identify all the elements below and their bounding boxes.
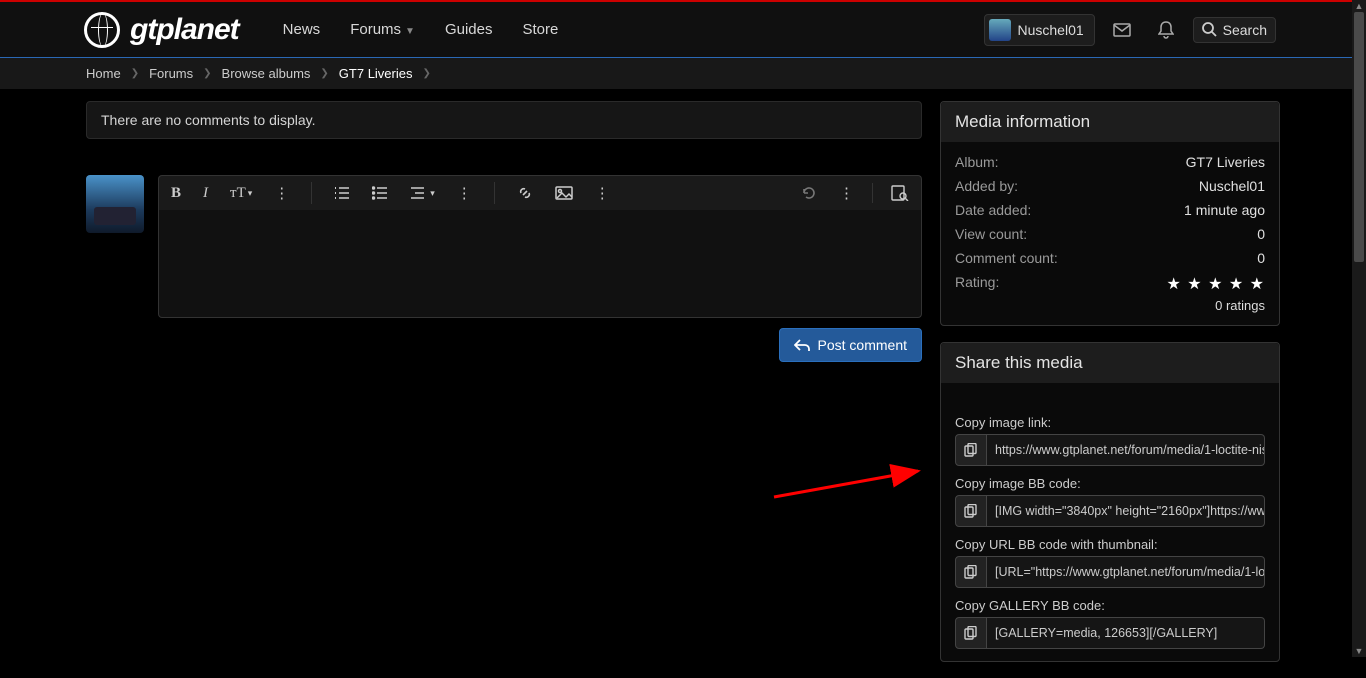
chevron-right-icon: ❯ [423,68,431,79]
unordered-list-button[interactable] [368,184,392,202]
addedby-value[interactable]: Nuschel01 [1199,178,1265,194]
page-scrollbar[interactable]: ▲ ▼ [1352,0,1366,657]
date-label: Date added: [955,202,1031,218]
composer-avatar[interactable] [86,175,144,233]
copy-icon [964,626,978,640]
share-url-label: Copy URL BB code with thumbnail: [955,537,1265,552]
copy-link-button[interactable] [955,434,987,466]
rating-label: Rating: [955,274,999,294]
addedby-label: Added by: [955,178,1018,194]
bell-icon[interactable] [1149,13,1183,47]
fontsize-button[interactable]: ᴛT▾ [226,183,256,204]
italic-button[interactable]: I [199,183,212,204]
main-nav: News Forums▼ Guides Store [283,21,559,38]
comment-composer: B I ᴛT▾ ⋮ ▾ [86,175,922,362]
nav-news[interactable]: News [283,21,321,38]
album-label: Album: [955,154,999,170]
nav-store[interactable]: Store [522,21,558,38]
editor-textarea[interactable] [158,210,922,318]
share-url-input[interactable]: [URL="https://www.gtplanet.net/forum/med… [987,556,1265,588]
nav-forums[interactable]: Forums▼ [350,21,415,38]
copy-url-button[interactable] [955,556,987,588]
search-box[interactable]: Search [1193,17,1276,43]
media-info-card: Media information Album: GT7 Liveries Add… [940,101,1280,326]
chevron-right-icon: ❯ [131,68,139,79]
share-bb-label: Copy image BB code: [955,476,1265,491]
copy-icon [964,443,978,457]
more-insert-button[interactable]: ⋮ [591,182,614,204]
scroll-down-icon[interactable]: ▼ [1352,645,1366,657]
share-card: Share this media Copy image link: https:… [940,342,1280,662]
copy-icon [964,504,978,518]
share-link-label: Copy image link: [955,415,1265,430]
search-icon [1202,22,1217,37]
user-menu[interactable]: Nuschel01 [984,14,1094,46]
crumb-home[interactable]: Home [86,66,121,81]
search-label: Search [1223,22,1267,38]
copy-gallery-button[interactable] [955,617,987,649]
breadcrumb: Home ❯ Forums ❯ Browse albums ❯ GT7 Liverie… [0,58,1366,89]
bold-button[interactable]: B [167,183,185,204]
ratings-count: 0 ratings [955,298,1265,313]
chevron-right-icon: ❯ [320,68,328,79]
avatar-icon [989,19,1011,41]
image-button[interactable] [551,184,577,202]
crumb-album[interactable]: GT7 Liveries [339,66,413,81]
scroll-thumb[interactable] [1354,12,1364,262]
post-comment-button[interactable]: Post comment [779,328,922,362]
undo-button[interactable] [797,183,821,203]
rating-stars[interactable]: ★ ★ ★ ★ ★ [1167,274,1266,294]
site-logo[interactable]: gtplanet [14,12,273,48]
more-misc-button[interactable]: ⋮ [835,182,858,204]
ordered-list-button[interactable] [330,184,354,202]
editor-toolbar: B I ᴛT▾ ⋮ ▾ [158,175,922,210]
views-label: View count: [955,226,1027,242]
site-header: gtplanet News Forums▼ Guides Store Nusch… [0,2,1366,58]
date-value: 1 minute ago [1184,202,1265,218]
media-info-title: Media information [941,102,1279,142]
crumb-browse[interactable]: Browse albums [222,66,311,81]
views-value: 0 [1257,226,1265,242]
preview-button[interactable] [887,183,913,203]
more-text-button[interactable]: ⋮ [270,182,293,204]
album-value[interactable]: GT7 Liveries [1186,154,1265,170]
scroll-up-icon[interactable]: ▲ [1352,0,1366,12]
no-comments-notice: There are no comments to display. [86,101,922,139]
share-bb-input[interactable]: [IMG width="3840px" height="2160px"]http… [987,495,1265,527]
more-para-button[interactable]: ⋮ [453,182,476,204]
chevron-down-icon: ▼ [405,26,415,37]
share-link-input[interactable]: https://www.gtplanet.net/forum/media/1-l… [987,434,1265,466]
reply-icon [794,338,810,352]
indent-button[interactable]: ▾ [406,184,439,202]
globe-icon [84,12,120,48]
comments-label: Comment count: [955,250,1058,266]
brand-text: gtplanet [130,13,239,47]
share-gallery-input[interactable]: [GALLERY=media, 126653][/GALLERY] [987,617,1265,649]
nav-guides[interactable]: Guides [445,21,493,38]
copy-icon [964,565,978,579]
username: Nuschel01 [1017,22,1083,38]
copy-bb-button[interactable] [955,495,987,527]
inbox-icon[interactable] [1105,13,1139,47]
chevron-right-icon: ❯ [203,68,211,79]
share-title: Share this media [941,343,1279,383]
share-gallery-label: Copy GALLERY BB code: [955,598,1265,613]
link-button[interactable] [513,183,537,203]
crumb-forums[interactable]: Forums [149,66,193,81]
comments-value: 0 [1257,250,1265,266]
